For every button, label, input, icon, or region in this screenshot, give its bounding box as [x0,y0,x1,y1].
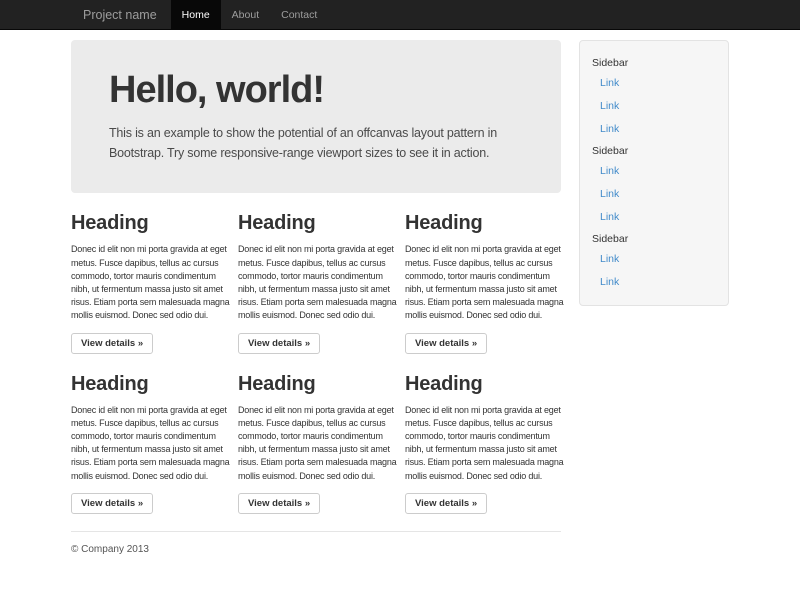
content-card: Heading Donec id elit non mi porta gravi… [238,354,394,514]
sidebar-link[interactable]: Link [580,117,728,140]
card-heading: Heading [238,212,394,235]
nav-item-home[interactable]: Home [171,0,221,29]
view-details-button[interactable]: View details » [238,333,320,354]
view-details-button[interactable]: View details » [71,333,153,354]
jumbotron: Hello, world! This is an example to show… [71,40,561,193]
main-content: Hello, world! This is an example to show… [71,30,561,595]
card-heading: Heading [405,373,561,396]
sidebar-group: Sidebar Link Link Link [580,52,728,140]
sidebar-heading: Sidebar [580,52,728,71]
view-details-button[interactable]: View details » [71,493,153,514]
sidebar-link[interactable]: Link [580,270,728,293]
card-heading: Heading [71,212,227,235]
sidebar-link[interactable]: Link [580,182,728,205]
top-navbar: Project name Home About Contact [0,0,800,30]
copyright-text: © Company 2013 [71,544,561,555]
brand-link[interactable]: Project name [71,0,171,29]
nav-item-contact[interactable]: Contact [270,0,328,29]
card-heading: Heading [71,373,227,396]
cards-grid: Heading Donec id elit non mi porta gravi… [71,193,561,513]
page-container: Hello, world! This is an example to show… [71,30,729,595]
navbar-menu: Home About Contact [171,0,329,29]
sidebar-heading: Sidebar [580,228,728,247]
sidebar-link[interactable]: Link [580,205,728,228]
view-details-button[interactable]: View details » [405,333,487,354]
nav-item-about[interactable]: About [221,0,270,29]
sidebar-link[interactable]: Link [580,71,728,94]
card-body: Donec id elit non mi porta gravida at eg… [71,404,231,483]
content-card: Heading Donec id elit non mi porta gravi… [405,193,561,353]
sidebar-link[interactable]: Link [580,159,728,182]
navbar-container: Project name Home About Contact [71,0,729,29]
card-body: Donec id elit non mi porta gravida at eg… [71,243,231,322]
card-body: Donec id elit non mi porta gravida at eg… [405,243,565,322]
card-heading: Heading [238,373,394,396]
view-details-button[interactable]: View details » [405,493,487,514]
card-body: Donec id elit non mi porta gravida at eg… [238,404,398,483]
footer-divider [71,531,561,532]
card-heading: Heading [405,212,561,235]
footer: © Company 2013 [71,531,561,555]
sidebar: Sidebar Link Link Link Sidebar Link Link… [579,40,729,306]
jumbotron-lead: This is an example to show the potential… [109,124,529,164]
sidebar-group: Sidebar Link Link [580,228,728,293]
card-body: Donec id elit non mi porta gravida at eg… [238,243,398,322]
sidebar-group: Sidebar Link Link Link [580,140,728,228]
view-details-button[interactable]: View details » [238,493,320,514]
content-card: Heading Donec id elit non mi porta gravi… [405,354,561,514]
card-body: Donec id elit non mi porta gravida at eg… [405,404,565,483]
page-title: Hello, world! [109,71,523,111]
content-card: Heading Donec id elit non mi porta gravi… [238,193,394,353]
sidebar-link[interactable]: Link [580,247,728,270]
content-card: Heading Donec id elit non mi porta gravi… [71,193,227,353]
sidebar-link[interactable]: Link [580,94,728,117]
content-card: Heading Donec id elit non mi porta gravi… [71,354,227,514]
sidebar-heading: Sidebar [580,140,728,159]
